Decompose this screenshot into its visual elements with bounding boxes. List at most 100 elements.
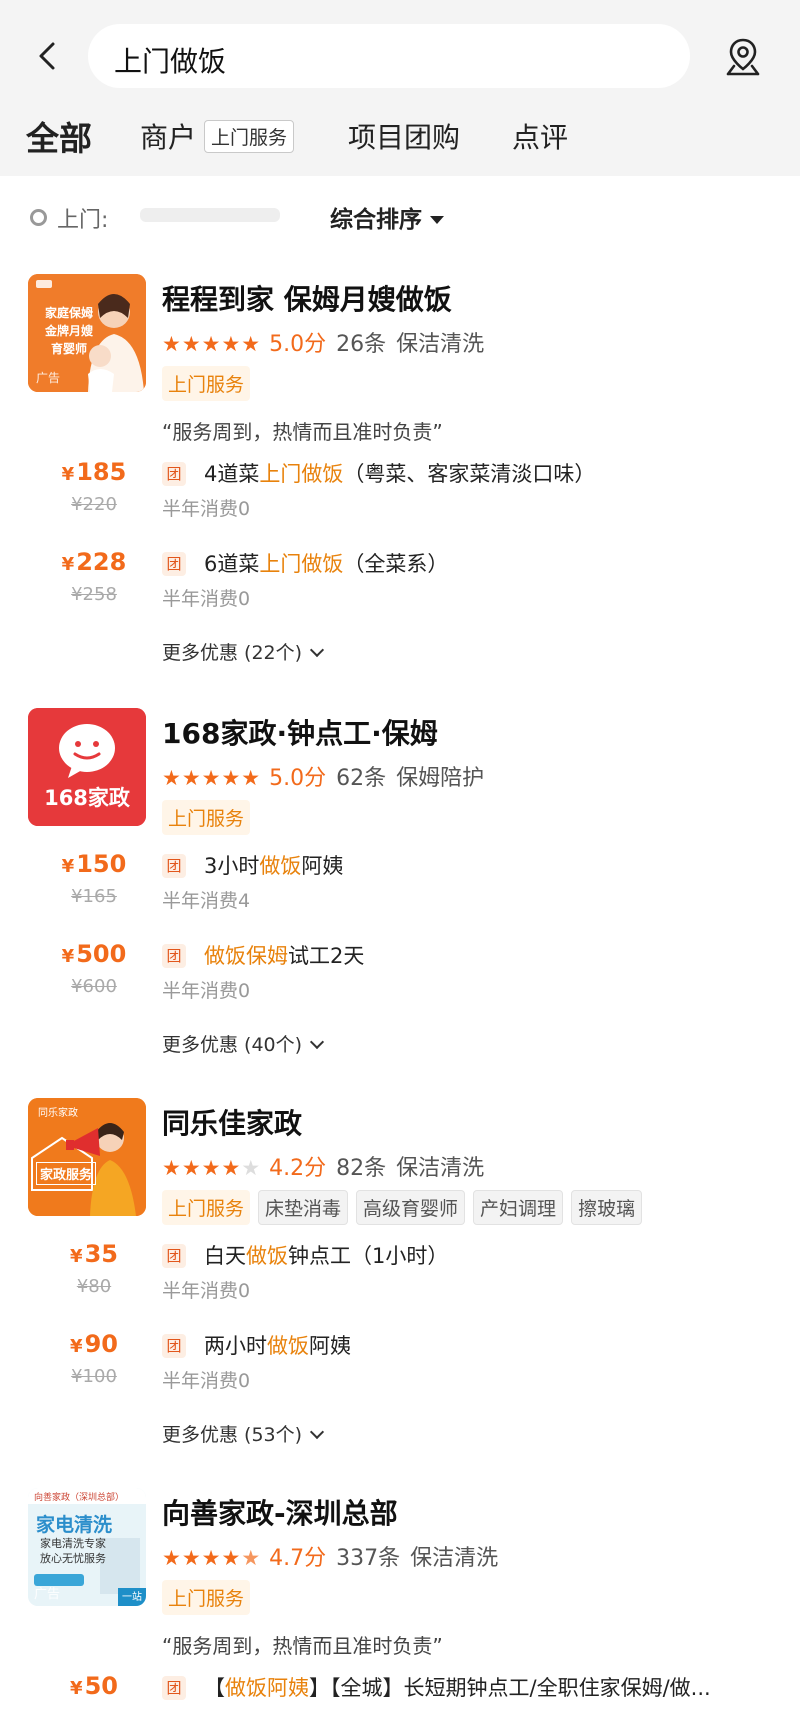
chevron-down-icon (309, 1424, 325, 1440)
shop-name[interactable]: 168家政·钟点工·保姆 (162, 712, 438, 752)
thumb-text-2: 金牌月嫂 (44, 324, 93, 338)
deal-original-price: ¥100 (71, 1366, 117, 1387)
deal-sales: 半年消费4 (162, 890, 251, 912)
rating-score: 4.7分 (269, 1546, 327, 1571)
deal-title: 两小时做饭阿姨 (204, 1330, 351, 1360)
shop-card[interactable]: 同乐家政 家政服务 同乐佳家政 ★★★★★ 4.2分 82条 保洁清洗 上门服务 床垫消… (0, 1098, 800, 1468)
tab-merchants-tag[interactable]: 上门服务 (204, 120, 295, 153)
deal-title-highlight: 上门做饭 (259, 462, 344, 486)
shop-thumbnail[interactable]: 家庭保姆 金牌月嫂 育婴师 广告 (28, 274, 146, 392)
deal-sales: 半年消费0 (162, 498, 251, 520)
group-deal-icon: 团 (162, 462, 186, 486)
more-deals-button[interactable]: 更多优惠 (53个) (162, 1420, 325, 1447)
deal-original-price: ¥220 (71, 494, 117, 515)
deal-sales: 半年消费0 (162, 588, 251, 610)
group-deal-icon: 团 (162, 854, 186, 878)
deal-price-value: 150 (76, 850, 127, 878)
deal-title: 3小时做饭阿姨 (204, 850, 343, 880)
deal-title-post: 】【全城】长短期钟点工/全职住家保姆/做... (309, 1676, 711, 1700)
shop-card[interactable]: 向善家政（深圳总部） 家电清洗 家电清洗专家 放心无忧服务 广告 一站 向善家政… (0, 1488, 800, 1715)
review-quote: “服务周到，热情而且准时负责” (162, 420, 443, 444)
group-deal-icon: 团 (162, 552, 186, 576)
deal-title-pre: 【 (204, 1676, 225, 1700)
deal-title-highlight: 做饭 (246, 1244, 288, 1268)
deal-price: ¥90 (70, 1330, 118, 1358)
deal-title-post: 阿姨 (301, 854, 344, 878)
review-count: 337条 (336, 1546, 401, 1571)
deal-item[interactable]: ¥228 ¥258 团 6道菜上门做饭（全菜系） 半年消费0 (0, 548, 800, 628)
deal-original-price: ¥600 (71, 976, 117, 997)
deal-price: ¥35 (70, 1240, 118, 1268)
shop-thumbnail[interactable]: 同乐家政 家政服务 (28, 1098, 146, 1216)
deal-title-pre: 6道菜 (204, 552, 260, 576)
deal-title: 做饭保姆试工2天 (204, 940, 364, 970)
tab-merchants[interactable]: 商户 (140, 116, 196, 156)
sort-dropdown[interactable]: 综合排序 (330, 200, 444, 234)
rating-score: 4.2分 (269, 1156, 327, 1181)
deal-item[interactable]: ¥50 团 【做饭阿姨】【全城】长短期钟点工/全职住家保姆/做... (0, 1672, 800, 1712)
star-rating-icon: ★★★★★ (162, 332, 262, 356)
shop-thumbnail[interactable]: 向善家政（深圳总部） 家电清洗 家电清洗专家 放心无忧服务 广告 一站 (28, 1488, 146, 1606)
deal-item[interactable]: ¥90 ¥100 团 两小时做饭阿姨 半年消费0 (0, 1330, 800, 1410)
deal-title: 6道菜上门做饭（全菜系） (204, 548, 448, 578)
location-pin-icon (30, 209, 47, 226)
location-button[interactable] (722, 36, 764, 78)
star-rating-icon: ★★★★★ (162, 766, 262, 790)
deal-price-value: 50 (84, 1672, 118, 1700)
deal-price-value: 228 (76, 548, 127, 576)
feature-tag: 高级育婴师 (356, 1190, 466, 1225)
chevron-left-icon (39, 42, 55, 70)
shop-category: 保姆陪护 (396, 766, 485, 791)
deal-title: 白天做饭钟点工（1小时） (204, 1240, 448, 1270)
shop-name[interactable]: 同乐佳家政 (162, 1102, 302, 1142)
location-filter[interactable]: 上门: (30, 202, 108, 234)
shop-tags: 上门服务 (162, 1580, 258, 1615)
tab-reviews[interactable]: 点评 (512, 116, 568, 156)
deal-price-value: 90 (84, 1330, 118, 1358)
chevron-down-icon (309, 642, 325, 658)
more-deals-label: 更多优惠 (53个) (162, 1424, 303, 1446)
shop-card[interactable]: 家庭保姆 金牌月嫂 育婴师 广告 程程到家 保姆月嫂做饭 ★★★★★ 5.0分 26… (0, 274, 800, 674)
tab-all-label: 全部 (26, 119, 92, 158)
tab-all[interactable]: 全部 (26, 112, 92, 164)
service-tag: 上门服务 (162, 1580, 251, 1615)
deal-title-highlight: 做饭保姆 (204, 944, 288, 968)
search-query: 上门做饭 (114, 45, 227, 78)
more-deals-button[interactable]: 更多优惠 (22个) (162, 638, 325, 665)
deal-price-value: 35 (84, 1240, 118, 1268)
deal-item[interactable]: ¥35 ¥80 团 白天做饭钟点工（1小时） 半年消费0 (0, 1240, 800, 1320)
deal-price: ¥50 (70, 1672, 118, 1700)
deal-price: ¥500 (61, 940, 127, 968)
deal-item[interactable]: ¥150 ¥165 团 3小时做饭阿姨 半年消费4 (0, 850, 800, 930)
more-deals-label: 更多优惠 (22个) (162, 642, 303, 664)
star-rating-icon: ★★★★★ (162, 1156, 262, 1180)
sort-label: 综合排序 (330, 207, 422, 233)
deal-item[interactable]: ¥500 ¥600 团 做饭保姆试工2天 半年消费0 (0, 940, 800, 1020)
shop-rating: ★★★★★ 5.0分 62条 保姆陪护 (162, 760, 484, 792)
thumb-text-1: 家电清洗专家 (40, 1537, 106, 1550)
shop-card[interactable]: 168家政 168家政·钟点工·保姆 ★★★★★ 5.0分 62条 保姆陪护 上门服务… (0, 708, 800, 1078)
star-rating-icon: ★★★★★ (162, 1546, 262, 1570)
shop-thumbnail[interactable]: 168家政 (28, 708, 146, 826)
deal-sales: 半年消费0 (162, 1280, 251, 1302)
deal-sales: 半年消费0 (162, 980, 251, 1002)
review-count: 62条 (336, 766, 387, 791)
feature-tag: 床垫消毒 (258, 1190, 349, 1225)
tab-group-deals[interactable]: 项目团购 (348, 116, 460, 156)
shop-rating: ★★★★★ 4.7分 337条 保洁清洗 (162, 1540, 498, 1572)
deal-title-pre: 3小时 (204, 854, 260, 878)
rating-score: 5.0分 (269, 332, 327, 357)
deal-title-pre: 两小时 (204, 1334, 267, 1358)
deal-original-price: ¥80 (76, 1276, 112, 1297)
thumb-banner: 家政服务 (36, 1162, 97, 1185)
shop-name[interactable]: 程程到家 保姆月嫂做饭 (162, 278, 452, 318)
more-deals-button[interactable]: 更多优惠 (40个) (162, 1030, 325, 1057)
deal-title-post: 阿姨 (309, 1334, 351, 1358)
tab-reviews-label: 点评 (512, 121, 569, 154)
search-input[interactable]: 上门做饭 (88, 24, 690, 88)
deal-item[interactable]: ¥185 ¥220 团 4道菜上门做饭（粤菜、客家菜清淡口味） 半年消费0 (0, 458, 800, 538)
group-deal-icon: 团 (162, 1334, 186, 1358)
back-button[interactable] (28, 36, 68, 76)
shop-name[interactable]: 向善家政-深圳总部 (162, 1492, 398, 1532)
chevron-down-icon (309, 1034, 325, 1050)
